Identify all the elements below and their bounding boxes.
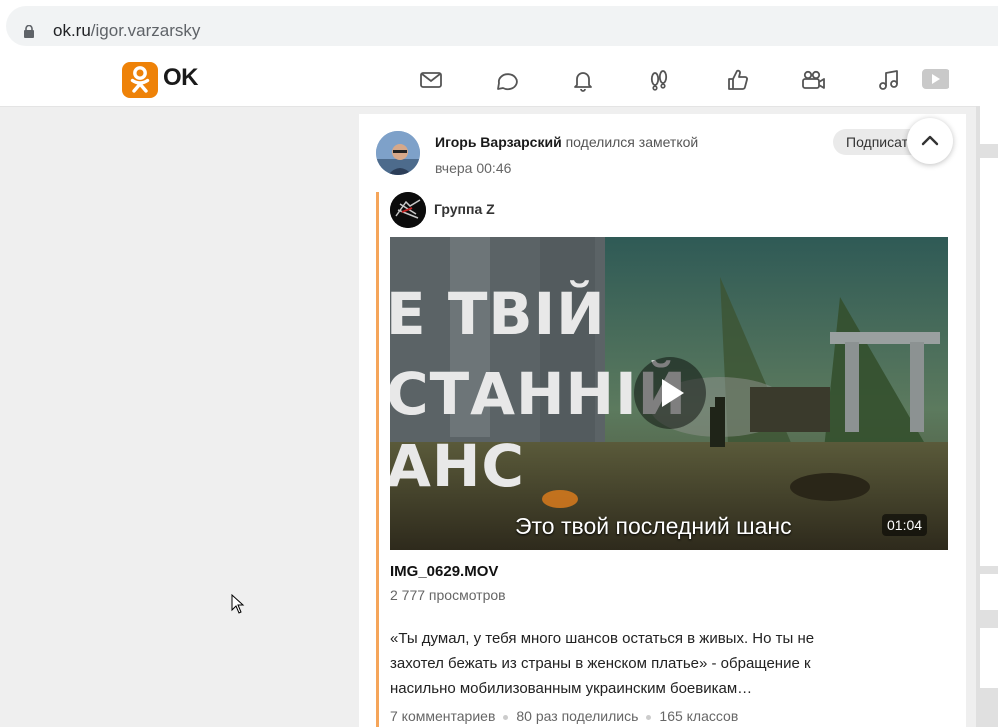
group-avatar[interactable] [390, 192, 426, 228]
post-header: Игорь Варзарский поделился заметкой [435, 134, 698, 150]
url-path: /igor.varzarsky [90, 21, 201, 40]
right-widget [980, 158, 998, 566]
mouse-cursor-icon [231, 594, 245, 614]
chevron-up-icon [921, 135, 939, 146]
separator-dot [646, 714, 652, 720]
url-domain: ok.ru [53, 21, 91, 40]
right-widget [980, 106, 998, 144]
separator-dot [503, 714, 509, 720]
post-stats: 7 комментариев 80 раз поделились 165 класс… [390, 708, 738, 724]
right-widget [980, 574, 998, 610]
reshare-quote-line [376, 192, 379, 727]
post-action: поделился заметкой [565, 134, 699, 150]
video-icon[interactable] [799, 66, 827, 94]
url-text: ok.ru/igor.varzarsky [53, 21, 200, 41]
comments-count[interactable]: 7 комментариев [390, 708, 495, 724]
author-avatar[interactable] [376, 131, 420, 175]
notifications-icon[interactable] [569, 66, 597, 94]
music-icon[interactable] [875, 66, 903, 94]
likes-count[interactable]: 165 классов [659, 708, 738, 724]
play-icon [662, 379, 684, 407]
address-field[interactable]: ok.ru/igor.varzarsky [6, 6, 998, 46]
discussions-icon[interactable] [493, 66, 521, 94]
browser-url-bar: ok.ru/igor.varzarsky [0, 0, 998, 52]
play-button[interactable] [634, 357, 706, 429]
guests-icon[interactable] [645, 66, 673, 94]
post-description[interactable]: «Ты думал, у тебя много шансов остаться … [390, 626, 850, 701]
scroll-up-button[interactable] [907, 118, 953, 164]
video-views: 2 777 просмотров [390, 587, 506, 603]
right-widget [980, 628, 998, 688]
video-title[interactable]: IMG_0629.MOV [390, 563, 498, 580]
ok-logo-icon[interactable] [122, 62, 158, 98]
video-subtitle: Это твой последний шанс [515, 513, 792, 539]
video-overlay-line: АНС [390, 432, 525, 500]
author-name[interactable]: Игорь Варзарский [435, 134, 562, 150]
shares-count[interactable]: 80 раз поделились [516, 708, 638, 724]
video-play-icon[interactable] [921, 66, 949, 94]
video-player[interactable]: Е ТВІЙ СТАННІЙ АНС Это твой последний ша… [390, 237, 948, 550]
video-duration: 01:04 [882, 514, 928, 536]
video-overlay-line: Е ТВІЙ [390, 280, 606, 348]
lock-icon [24, 25, 34, 38]
group-name[interactable]: Группа Z [434, 201, 495, 217]
post-time[interactable]: вчера 00:46 [435, 160, 511, 176]
likes-icon[interactable] [723, 66, 751, 94]
messages-icon[interactable] [417, 66, 445, 94]
logo-text[interactable]: OK [163, 64, 199, 92]
